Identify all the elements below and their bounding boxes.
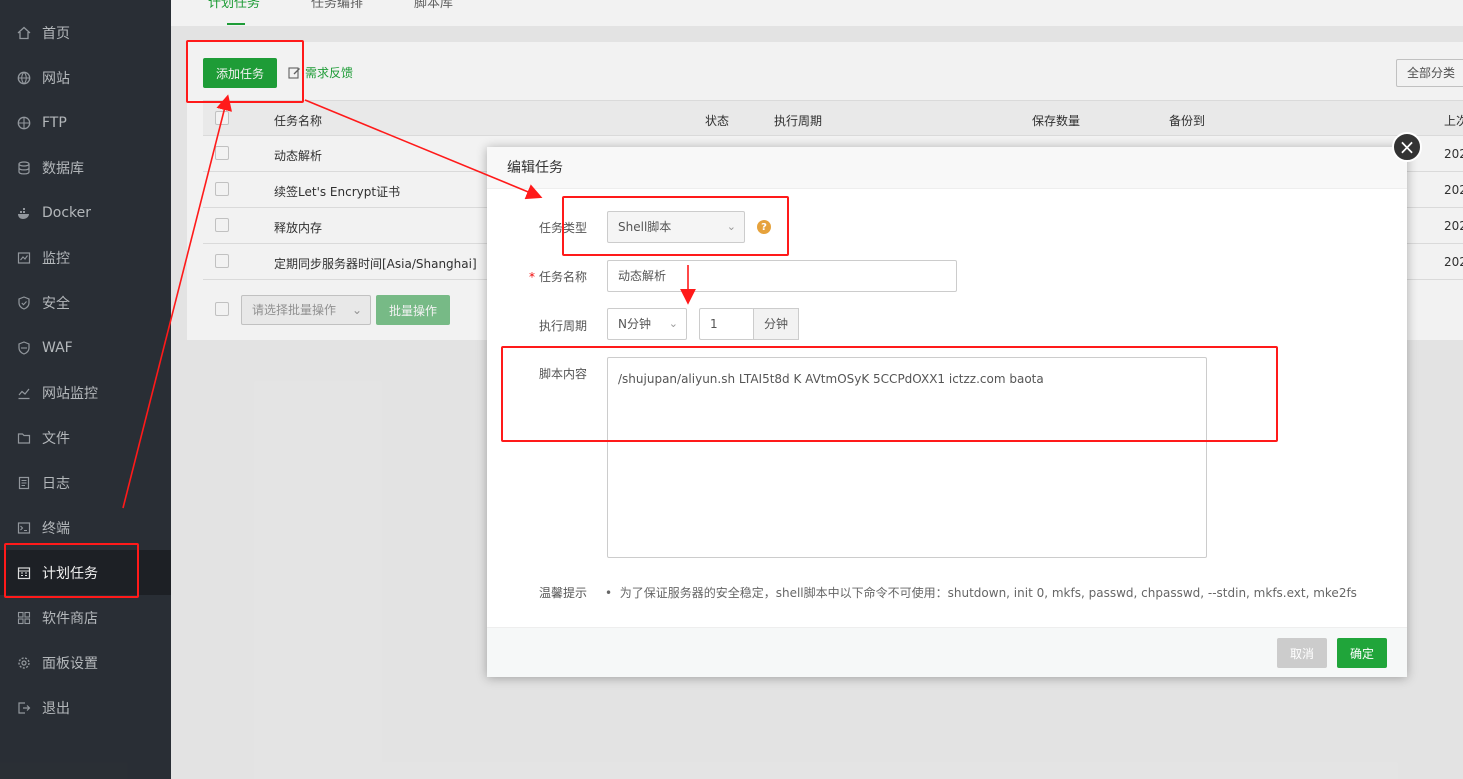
period-type-value: N分钟	[618, 317, 651, 331]
task-name-input[interactable]: 动态解析	[607, 260, 957, 292]
confirm-button[interactable]: 确定	[1337, 638, 1387, 668]
chevron-down-icon: ⌄	[668, 317, 678, 330]
annotation-box-type	[562, 196, 789, 256]
name-label-text: 任务名称	[538, 270, 587, 284]
annotation-box-cron	[4, 543, 139, 598]
dialog-title: 编辑任务	[487, 147, 1407, 189]
period-unit: 分钟	[753, 308, 799, 340]
cancel-button[interactable]: 取消	[1277, 638, 1327, 668]
dialog-footer: 取消 确定	[487, 627, 1407, 677]
period-label: 执行周期	[538, 319, 587, 333]
tip-content: 为了保证服务器的安全稳定，shell脚本中以下命令不可使用：shutdown, …	[619, 586, 1357, 600]
annotation-box-add	[186, 40, 304, 103]
name-label: * 任务名称	[528, 270, 587, 284]
tip-text: • 为了保证服务器的安全稳定，shell脚本中以下命令不可使用：shutdown…	[605, 586, 1357, 600]
period-type-select[interactable]: N分钟 ⌄	[607, 308, 687, 340]
close-icon[interactable]: ×	[1392, 132, 1422, 162]
tip-label: 温馨提示	[538, 586, 587, 600]
annotation-box-script	[501, 346, 1278, 442]
period-value-input[interactable]: 1	[699, 308, 754, 340]
